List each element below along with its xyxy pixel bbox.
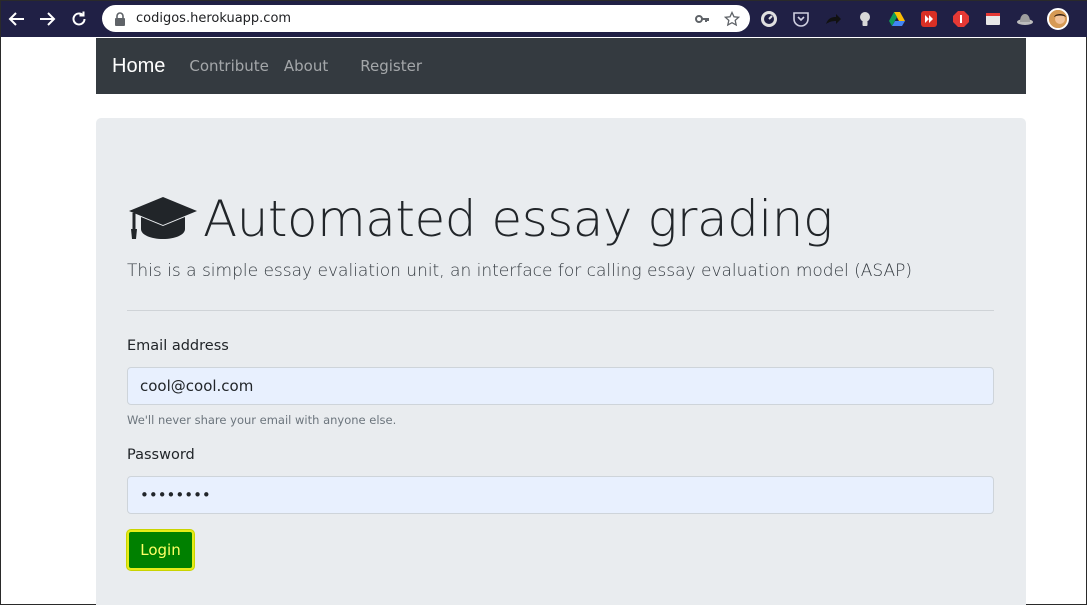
login-button[interactable]: Login [127, 530, 194, 570]
reload-button[interactable] [63, 1, 95, 37]
extensions-bar [759, 1, 1069, 37]
reload-icon [72, 11, 86, 26]
url-text: codigos.herokuapp.com [136, 11, 292, 26]
navbar-contribute-link[interactable]: Contribute [189, 57, 269, 75]
divider [127, 310, 994, 311]
back-arrow-icon [8, 12, 24, 26]
adblock-extension-icon[interactable] [951, 9, 971, 29]
window-extension-icon[interactable] [983, 9, 1003, 29]
hero-jumbotron: Automated essay grading This is a simple… [96, 118, 1026, 605]
navbar-about-link[interactable]: About [284, 57, 328, 75]
key-icon[interactable] [694, 11, 710, 27]
browser-toolbar: codigos.herokuapp.com [1, 1, 1087, 37]
page-description: This is a simple essay evaliation unit, … [127, 261, 913, 281]
fast-forward-extension-icon[interactable] [919, 9, 939, 29]
password-field[interactable]: •••••••• [127, 476, 994, 514]
site-navbar: Home Contribute About Register [96, 38, 1026, 94]
email-field[interactable]: cool@cool.com [127, 367, 994, 405]
email-label: Email address [127, 338, 229, 354]
pocket-extension-icon[interactable] [791, 9, 811, 29]
share-arrow-extension-icon[interactable] [823, 9, 843, 29]
page-title-row: Automated essay grading [127, 190, 833, 248]
profile-avatar[interactable] [1047, 8, 1069, 30]
lock-icon [115, 11, 125, 26]
lightbulb-extension-icon[interactable] [855, 9, 875, 29]
hat-extension-icon[interactable] [1015, 9, 1035, 29]
forward-arrow-icon [40, 12, 56, 26]
back-button[interactable] [1, 1, 33, 37]
forward-button[interactable] [31, 1, 63, 37]
address-bar[interactable]: codigos.herokuapp.com [102, 5, 750, 32]
graduation-cap-icon [129, 197, 197, 239]
speedometer-extension-icon[interactable] [759, 9, 779, 29]
password-label: Password [127, 447, 195, 463]
star-bookmark-icon[interactable] [724, 10, 740, 27]
google-drive-extension-icon[interactable] [887, 9, 907, 29]
page-title: Automated essay grading [203, 190, 833, 248]
navbar-home-link[interactable]: Home [112, 55, 165, 78]
navbar-register-link[interactable]: Register [360, 57, 422, 75]
email-help-text: We'll never share your email with anyone… [127, 413, 397, 427]
